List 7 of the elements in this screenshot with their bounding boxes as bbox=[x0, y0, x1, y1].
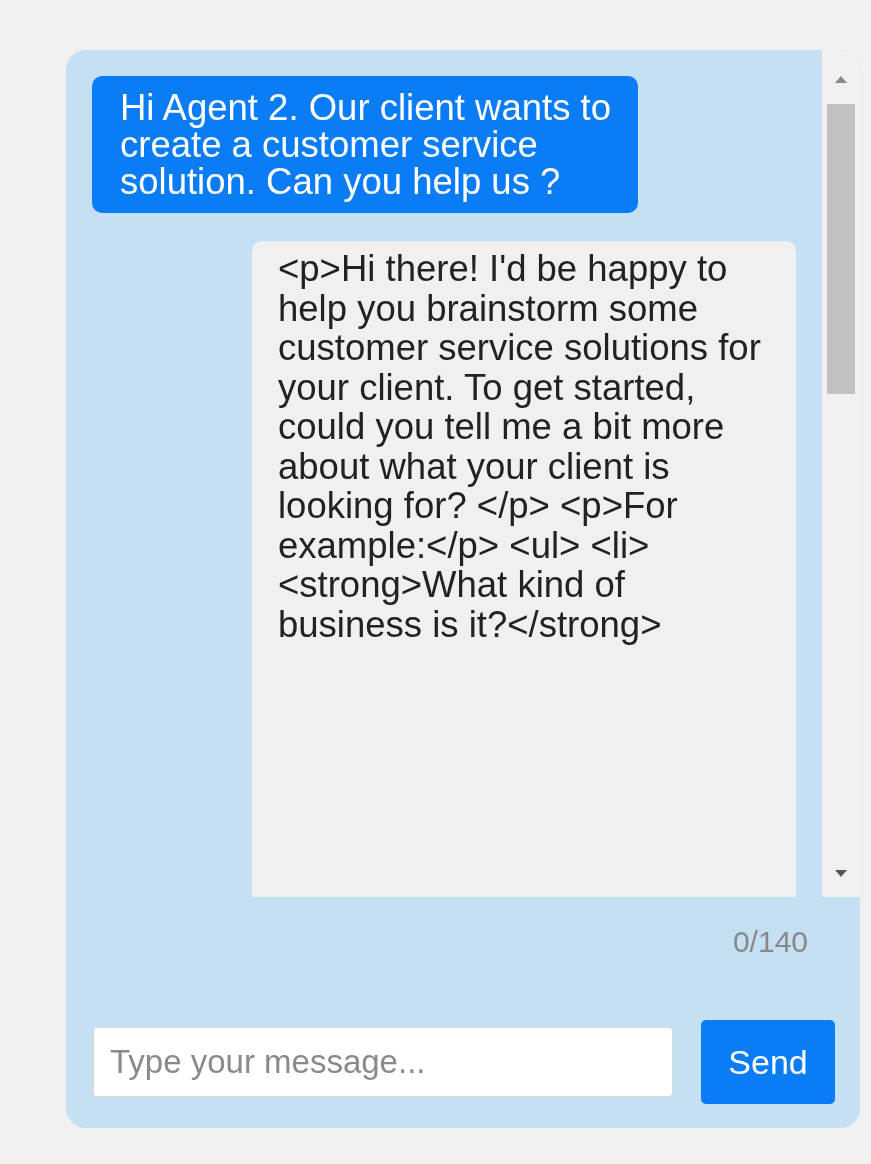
send-button[interactable]: Send bbox=[701, 1020, 835, 1104]
message-input[interactable]: Type your message... bbox=[93, 1027, 673, 1097]
scrollbar-thumb[interactable] bbox=[827, 104, 855, 394]
scroll-down-icon[interactable] bbox=[834, 869, 848, 879]
agent-message: <p>Hi there! I'd be happy to help you brainstorm some customer service solutions for your client. To get started, could you tell me a bit more about what your client is looking for? </p> <p>For example:</p> <ul> <li> <strong>What kind of business is it?</strong> bbox=[252, 241, 796, 897]
character-counter: 0/140 bbox=[732, 925, 808, 958]
user-message: Hi Agent 2. Our client wants to create a customer service solution. Can you help us ? bbox=[92, 76, 638, 213]
